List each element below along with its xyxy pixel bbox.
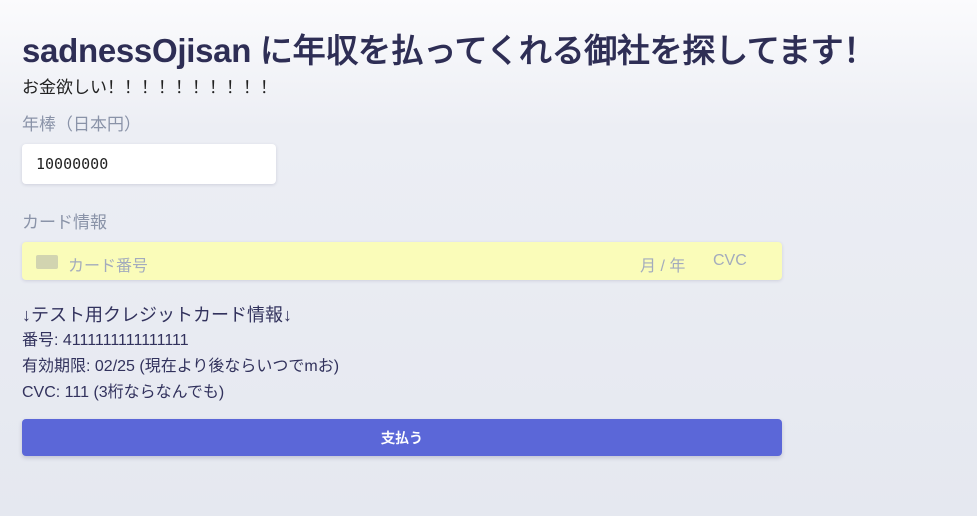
test-card-info: ↓テスト用クレジットカード情報↓ 番号: 4111111111111111 有効… xyxy=(22,302,339,406)
expiry-field[interactable]: 月 / 年 xyxy=(640,252,685,276)
test-card-number: 番号: 4111111111111111 xyxy=(22,332,189,349)
card-input[interactable]: カード番号 月 / 年 CVC xyxy=(22,242,782,280)
page-subtitle: お金欲しい！！！！！！！！！！ xyxy=(22,78,277,97)
card-label: カード情報 xyxy=(22,213,107,232)
salary-label: 年棒（日本円） xyxy=(22,115,141,134)
salary-input[interactable] xyxy=(22,144,276,184)
test-info-heading: ↓テスト用クレジットカード情報↓ xyxy=(22,305,292,325)
test-card-cvc: CVC: 111 (3桁ならなんでも) xyxy=(22,384,225,401)
card-number-field[interactable]: カード番号 xyxy=(68,252,148,276)
page-title: sadnessOjisan に年収を払ってくれる御社を探してます！ xyxy=(22,32,876,69)
pay-button[interactable]: 支払う xyxy=(22,419,782,456)
credit-card-icon xyxy=(36,255,58,269)
test-card-expiry: 有効期限: 02/25 (現在より後ならいつでmお) xyxy=(22,358,340,375)
cvc-field[interactable]: CVC xyxy=(713,252,747,270)
